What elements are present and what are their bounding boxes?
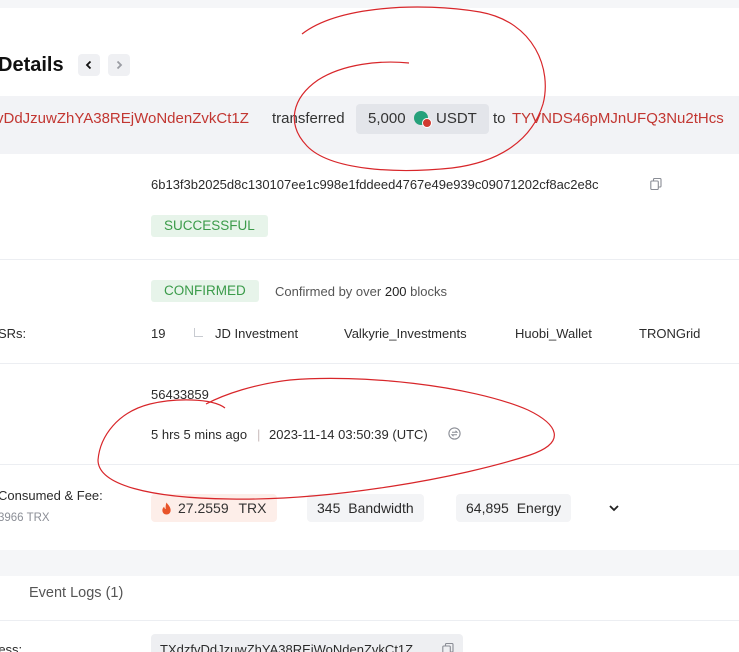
block-age: 5 hrs 5 mins ago (151, 427, 248, 442)
bandwidth-pill: 345 Bandwidth (307, 494, 424, 522)
sr-item[interactable]: JD Investment (215, 326, 298, 341)
tree-connector (194, 328, 203, 337)
divider (0, 620, 739, 621)
next-button[interactable] (108, 54, 130, 76)
amount-value: 5,000 (368, 110, 406, 127)
to-word: to (493, 110, 506, 127)
chevron-down-icon[interactable] (608, 501, 620, 513)
section-spacer (0, 550, 739, 576)
block-number-link[interactable]: 56433859 (151, 387, 209, 402)
prev-button[interactable] (78, 54, 100, 76)
clock-convert-icon[interactable] (448, 427, 461, 440)
trx-fee-pill: 27.2559 TRX (151, 494, 277, 522)
time-separator: | (257, 427, 261, 442)
srs-label: SRs: (0, 326, 27, 341)
divider (0, 464, 739, 465)
fire-icon (161, 496, 172, 524)
sr-item[interactable]: Valkyrie_Investments (344, 326, 467, 341)
energy-pill: 64,895 Energy (456, 494, 572, 522)
trx-fee-unit: TRX (238, 500, 267, 516)
copy-icon[interactable] (650, 177, 662, 191)
fee-sub-value: 3966 TRX (0, 512, 50, 524)
bandwidth-value: 345 (317, 500, 341, 516)
fee-label: Consumed & Fee: (0, 488, 103, 503)
bandwidth-unit: Bandwidth (348, 500, 414, 516)
transfer-verb: transferred (272, 110, 345, 127)
transaction-details-card: Details vDdJzuwZhYA38REjWoNdenZvkCt1Z tr… (0, 8, 739, 652)
chevron-right-icon (116, 60, 123, 70)
confirmation-blocks: 200 (384, 284, 407, 299)
from-address-link[interactable]: vDdJzuwZhYA38REjWoNdenZvkCt1Z (0, 110, 249, 127)
chevron-left-icon (85, 60, 92, 70)
confirmation-prefix: Confirmed by over (275, 284, 382, 299)
contract-address[interactable]: TXdzfvDdJzuwZhYA38REjWoNdenZvkCt1Z (160, 642, 413, 652)
energy-value: 64,895 (466, 500, 509, 516)
block-datetime: 2023-11-14 03:50:39 (UTC) (269, 427, 428, 442)
contract-address-label: ress: (0, 642, 23, 652)
result-status-badge: SUCCESSFUL (151, 215, 268, 237)
usdt-token-icon (414, 111, 432, 130)
confirmation-text: Confirmed by over 200 blocks (275, 284, 447, 299)
event-logs-tab[interactable]: Event Logs (1) (29, 585, 123, 601)
confirmation-suffix: blocks (410, 284, 448, 299)
transaction-hash: 6b13f3b2025d8c130107ee1c998e1fddeed4767e… (151, 177, 599, 192)
srs-count: 19 (151, 326, 166, 341)
energy-unit: Energy (516, 500, 562, 516)
trx-fee-value: 27.2559 (178, 500, 229, 516)
confirmation-status-badge: CONFIRMED (151, 280, 259, 302)
page-title: Details (0, 54, 64, 76)
copy-icon[interactable] (442, 642, 454, 652)
sr-item[interactable]: Huobi_Wallet (515, 326, 592, 341)
sr-item[interactable]: TRONGrid (639, 326, 700, 341)
token-symbol[interactable]: USDT (436, 110, 477, 127)
divider (0, 363, 739, 364)
to-address-link[interactable]: TYVNDS46pMJnUFQ3Nu2tHcs (512, 110, 724, 127)
divider (0, 259, 739, 260)
